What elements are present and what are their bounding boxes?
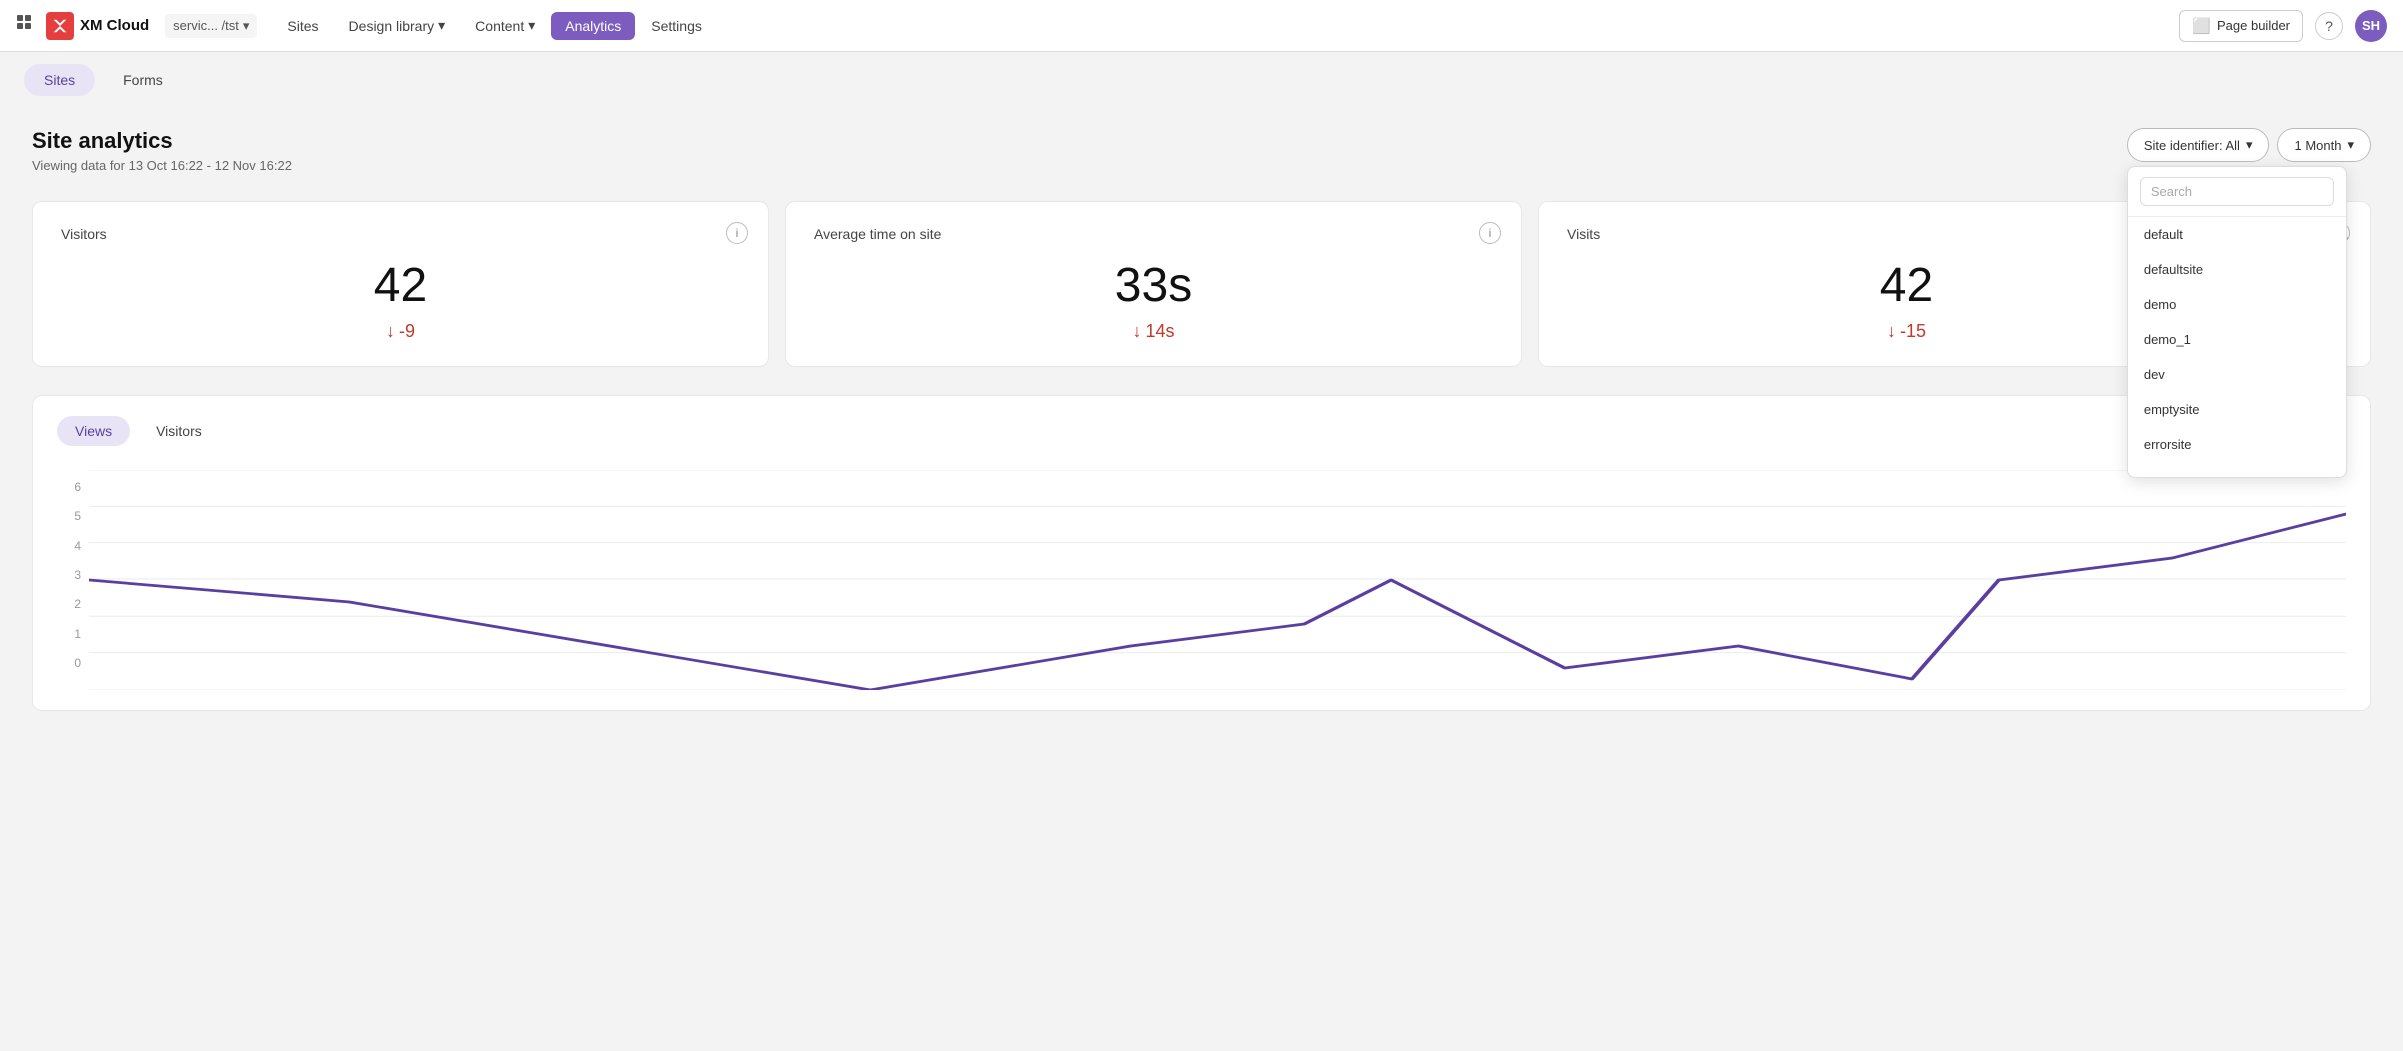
main-nav: Sites Design library ▾ Content ▾ Analyti…	[273, 11, 2171, 40]
filter-bar: Site identifier: All ▾ default defaultsi…	[2127, 128, 2371, 162]
top-navigation: XM Cloud servic... /tst ▾ Sites Design l…	[0, 0, 2403, 52]
dropdown-search-input[interactable]	[2140, 177, 2334, 206]
nav-item-settings[interactable]: Settings	[637, 12, 716, 40]
subtabs-bar: Sites Forms	[0, 52, 2403, 96]
chart-tabs: Views Visitors i	[57, 416, 2346, 446]
brand-name: XM Cloud	[80, 17, 149, 34]
dropdown-item-dev[interactable]: dev	[2128, 357, 2346, 392]
dropdown-item-newnomura[interactable]: newnomura	[2128, 462, 2346, 477]
site-identifier-chevron-icon: ▾	[2246, 137, 2253, 153]
y-label-3: 3	[74, 568, 81, 582]
site-identifier-dropdown: default defaultsite demo demo_1 dev empt…	[2127, 166, 2347, 478]
page-builder-icon: ⬜	[2192, 17, 2211, 35]
month-filter-chevron-icon: ▾	[2347, 137, 2354, 153]
visitors-info-icon[interactable]: i	[726, 222, 748, 244]
nav-item-design-library[interactable]: Design library ▾	[335, 11, 460, 40]
service-label: servic... /tst	[173, 18, 239, 33]
page-title: Site analytics	[32, 128, 2371, 154]
y-label-4: 4	[74, 539, 81, 553]
metric-cards: Visitors i 42 ↓ -9 Average time on site …	[32, 201, 2371, 367]
y-label-5: 5	[74, 509, 81, 523]
chart-section: Views Visitors i 6 5 4 3 2 1 0	[32, 395, 2371, 711]
nav-item-sites[interactable]: Sites	[273, 12, 332, 40]
service-selector[interactable]: servic... /tst ▾	[165, 14, 257, 38]
avatar[interactable]: SH	[2355, 10, 2387, 42]
visitors-change: ↓ -9	[61, 321, 740, 342]
topnav-right: ⬜ Page builder ? SH	[2179, 10, 2387, 42]
subtab-forms[interactable]: Forms	[103, 64, 183, 96]
logo[interactable]: XM Cloud	[46, 12, 149, 40]
dropdown-item-errorsite[interactable]: errorsite	[2128, 427, 2346, 462]
y-label-6: 6	[74, 480, 81, 494]
nav-item-content[interactable]: Content ▾	[461, 11, 549, 40]
chart-tab-visitors[interactable]: Visitors	[138, 416, 220, 446]
metric-card-avg-time: Average time on site i 33s ↓ 14s	[785, 201, 1522, 367]
avg-time-arrow-down-icon: ↓	[1132, 321, 1141, 342]
dropdown-item-default[interactable]: default	[2128, 217, 2346, 252]
y-label-0: 0	[74, 656, 81, 670]
dropdown-list: default defaultsite demo demo_1 dev empt…	[2128, 217, 2346, 477]
chart-tab-views[interactable]: Views	[57, 416, 130, 446]
grid-icon[interactable]	[16, 14, 34, 37]
dropdown-item-emptysite[interactable]: emptysite	[2128, 392, 2346, 427]
main-content: Site analytics Viewing data for 13 Oct 1…	[0, 96, 2403, 735]
chart-y-axis: 6 5 4 3 2 1 0	[57, 480, 81, 670]
dropdown-item-demo[interactable]: demo	[2128, 287, 2346, 322]
avg-time-label: Average time on site	[814, 226, 1493, 242]
analytics-subtitle: Viewing data for 13 Oct 16:22 - 12 Nov 1…	[32, 158, 2371, 173]
dropdown-item-demo1[interactable]: demo_1	[2128, 322, 2346, 357]
page-builder-button[interactable]: ⬜ Page builder	[2179, 10, 2303, 42]
chart-container: 6 5 4 3 2 1 0	[57, 470, 2346, 690]
y-label-2: 2	[74, 597, 81, 611]
nav-item-analytics[interactable]: Analytics	[551, 12, 635, 40]
visits-arrow-down-icon: ↓	[1887, 321, 1896, 342]
visitors-arrow-down-icon: ↓	[386, 321, 395, 342]
month-filter-label: 1 Month	[2294, 138, 2341, 153]
avg-time-info-icon[interactable]: i	[1479, 222, 1501, 244]
dropdown-search-area	[2128, 167, 2346, 217]
avg-time-change: ↓ 14s	[814, 321, 1493, 342]
help-button[interactable]: ?	[2315, 12, 2343, 40]
site-identifier-dropdown-container: Site identifier: All ▾ default defaultsi…	[2127, 128, 2270, 162]
service-chevron-icon: ▾	[243, 18, 250, 34]
month-filter-button[interactable]: 1 Month ▾	[2277, 128, 2371, 162]
chart-svg-wrapper	[89, 470, 2346, 690]
site-identifier-button[interactable]: Site identifier: All ▾	[2127, 128, 2270, 162]
dropdown-item-defaultsite[interactable]: defaultsite	[2128, 252, 2346, 287]
content-chevron-icon: ▾	[528, 17, 535, 34]
xm-logo-icon	[46, 12, 74, 40]
site-identifier-label: Site identifier: All	[2144, 138, 2240, 153]
design-library-chevron-icon: ▾	[438, 17, 445, 34]
avg-time-value: 33s	[814, 258, 1493, 313]
visitors-label: Visitors	[61, 226, 740, 242]
chart-svg	[89, 470, 2346, 690]
subtab-sites[interactable]: Sites	[24, 64, 95, 96]
y-label-1: 1	[74, 627, 81, 641]
visitors-value: 42	[61, 258, 740, 313]
metric-card-visitors: Visitors i 42 ↓ -9	[32, 201, 769, 367]
